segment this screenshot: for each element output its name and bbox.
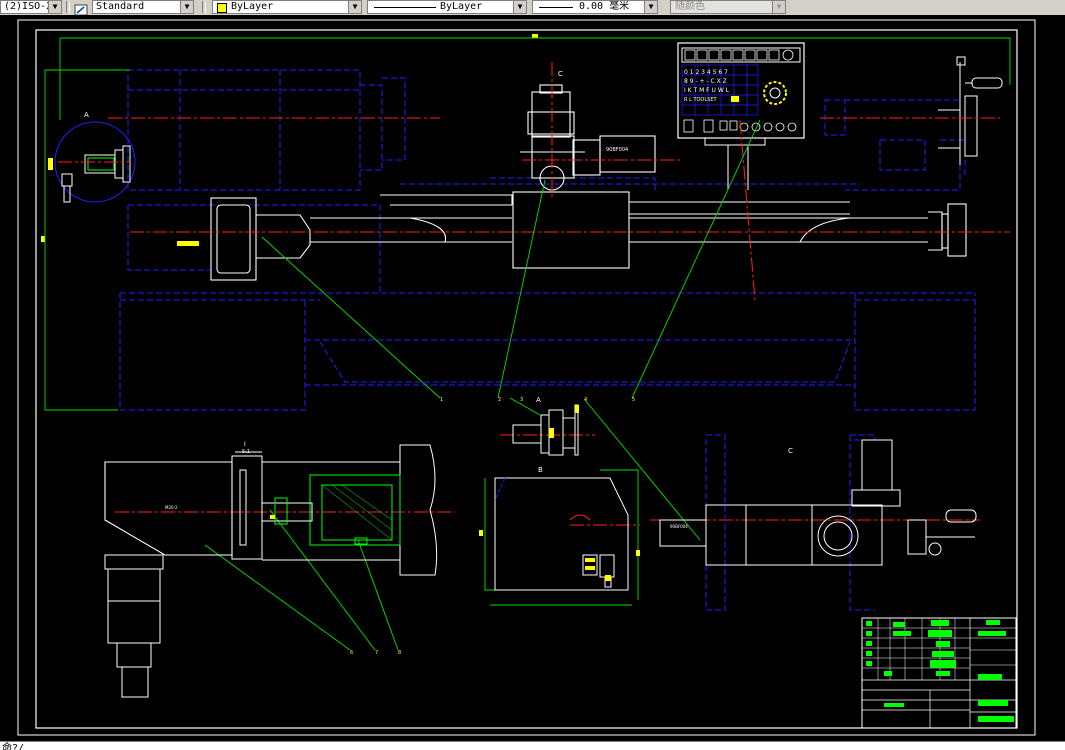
chevron-down-icon[interactable]: ▼ bbox=[348, 1, 361, 13]
text-style-icon[interactable] bbox=[74, 1, 88, 16]
toolbar-separator bbox=[202, 1, 206, 13]
svg-text:0 1 2 3 4 5 6 7: 0 1 2 3 4 5 6 7 bbox=[684, 69, 728, 76]
linetype-value: ByLayer bbox=[440, 1, 483, 12]
center-mark bbox=[41, 236, 45, 242]
plotstyle-dropdown[interactable]: 随颜色 ▼ bbox=[670, 0, 786, 14]
textstyle-value: Standard bbox=[96, 1, 145, 12]
chevron-down-icon[interactable]: ▼ bbox=[48, 1, 61, 13]
linetype-sample bbox=[374, 7, 436, 8]
svg-text:I K T M F U W L: I K T M F U W L bbox=[684, 87, 730, 94]
leader-1: 1 bbox=[440, 397, 443, 403]
label-i-view: I bbox=[244, 441, 246, 448]
color-dropdown[interactable]: ByLayer ▼ bbox=[212, 0, 362, 14]
center-mark bbox=[532, 34, 538, 38]
chevron-down-icon[interactable]: ▼ bbox=[644, 1, 657, 13]
label-b-view: B bbox=[538, 466, 543, 474]
color-value: ByLayer bbox=[231, 1, 274, 12]
chevron-down-icon[interactable]: ▼ bbox=[772, 1, 785, 13]
properties-toolbar: (2)ISO-2 ▼ Standard ▼ ByLayer ▼ ByLayer … bbox=[0, 0, 1065, 16]
leader-3: 3 bbox=[520, 397, 523, 403]
leader-5: 5 bbox=[632, 397, 635, 403]
dimstyle-dropdown[interactable]: (2)ISO-2 ▼ bbox=[0, 0, 62, 14]
label-a-view: A bbox=[536, 396, 541, 404]
leader-2: 2 bbox=[498, 397, 501, 403]
chevron-down-icon[interactable]: ▼ bbox=[513, 1, 526, 13]
lineweight-value: 0.00 毫米 bbox=[579, 1, 630, 12]
label-c-view: C bbox=[788, 447, 793, 455]
linetype-dropdown[interactable]: ByLayer ▼ bbox=[367, 0, 527, 14]
shaft-label: M20-2 bbox=[165, 505, 178, 510]
motor-label-c: 90BF004 bbox=[670, 524, 688, 529]
motor-label-top: 90BF004 bbox=[606, 147, 628, 153]
label-a-top: A bbox=[84, 111, 89, 119]
svg-text:R L TOOLSET: R L TOOLSET bbox=[684, 97, 717, 103]
lineweight-dropdown[interactable]: 0.00 毫米 ▼ bbox=[532, 0, 658, 14]
drawing-canvas[interactable]: 90BF004 A C 0 1 2 3 4 5 6 7 8 9 - + - C … bbox=[0, 15, 1065, 741]
svg-text:8 9 - + - C X Z: 8 9 - + - C X Z bbox=[684, 78, 727, 85]
chevron-down-icon[interactable]: ▼ bbox=[180, 1, 193, 13]
leader-7: 7 bbox=[375, 650, 378, 656]
color-swatch bbox=[217, 3, 227, 13]
toolbar-separator bbox=[66, 1, 70, 13]
leader-8: 8 bbox=[398, 650, 401, 656]
plotstyle-value: 随颜色 bbox=[675, 1, 705, 12]
leader-6: 6 bbox=[350, 650, 353, 656]
spindle-marker bbox=[177, 241, 199, 246]
dimstyle-value: (2)ISO-2 bbox=[4, 1, 53, 12]
label-c-top: C bbox=[558, 70, 563, 78]
lineweight-sample bbox=[539, 7, 573, 8]
leader-4: 4 bbox=[584, 397, 587, 403]
textstyle-dropdown[interactable]: Standard ▼ bbox=[92, 0, 194, 14]
